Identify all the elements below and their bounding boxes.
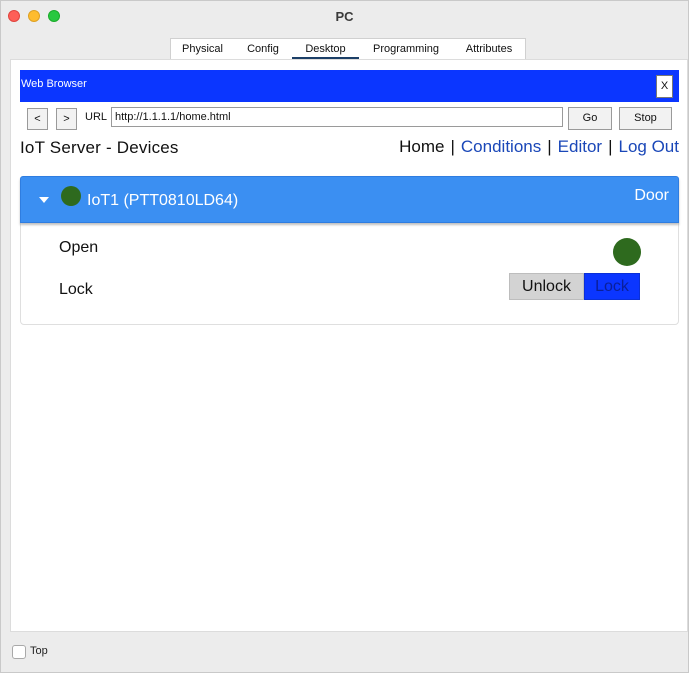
tab-config[interactable]: Config bbox=[234, 39, 292, 59]
top-checkbox-label: Top bbox=[30, 645, 48, 657]
lock-button[interactable]: Lock bbox=[584, 273, 640, 300]
lock-toggle: Unlock Lock bbox=[509, 273, 640, 300]
tab-desktop[interactable]: Desktop bbox=[292, 39, 359, 60]
open-label: Open bbox=[59, 239, 99, 256]
nav-separator: | bbox=[608, 137, 613, 156]
back-button[interactable]: < bbox=[27, 108, 48, 130]
tab-physical[interactable]: Physical bbox=[171, 39, 234, 59]
device-status-indicator bbox=[61, 186, 81, 206]
unlock-button[interactable]: Unlock bbox=[509, 273, 584, 300]
nav-separator: | bbox=[547, 137, 552, 156]
stop-button[interactable]: Stop bbox=[619, 107, 672, 130]
title-bar: PC bbox=[1, 1, 688, 33]
bottom-bar: Top bbox=[1, 639, 688, 667]
nav-conditions-link[interactable]: Conditions bbox=[461, 137, 541, 157]
url-input[interactable] bbox=[111, 107, 563, 127]
close-browser-button[interactable]: X bbox=[656, 75, 673, 98]
device-name: IoT1 (PTT0810LD64) bbox=[87, 192, 239, 209]
page-title: IoT Server - Devices bbox=[20, 138, 179, 157]
device-card: IoT1 (PTT0810LD64) Door Open Lock Unlock… bbox=[20, 176, 679, 325]
tab-attributes[interactable]: Attributes bbox=[453, 39, 525, 59]
browser-content: IoT Server - Devices Home | Conditions |… bbox=[20, 136, 679, 621]
device-header[interactable]: IoT1 (PTT0810LD64) Door bbox=[20, 176, 679, 223]
device-type: Door bbox=[634, 187, 669, 204]
pc-window: PC Physical Config Desktop Programming A… bbox=[0, 0, 689, 673]
url-label: URL bbox=[85, 111, 108, 123]
web-browser-title: Web Browser bbox=[21, 78, 87, 90]
open-state-indicator bbox=[613, 238, 641, 266]
tab-bar: Physical Config Desktop Programming Attr… bbox=[170, 38, 526, 60]
web-browser-header: Web Browser X bbox=[20, 70, 679, 102]
top-navigation: Home | Conditions | Editor | Log Out bbox=[399, 137, 679, 157]
top-checkbox[interactable] bbox=[12, 645, 26, 659]
window-title: PC bbox=[335, 9, 354, 24]
nav-separator: | bbox=[450, 137, 455, 156]
desktop-pane: Web Browser X < > URL Go Stop IoT Server… bbox=[10, 59, 688, 632]
tab-programming[interactable]: Programming bbox=[359, 39, 453, 59]
nav-home-link[interactable]: Home bbox=[399, 137, 444, 157]
go-button[interactable]: Go bbox=[568, 107, 612, 130]
nav-editor-link[interactable]: Editor bbox=[558, 137, 602, 157]
nav-logout-link[interactable]: Log Out bbox=[619, 137, 680, 157]
forward-button[interactable]: > bbox=[56, 108, 77, 130]
expand-caret-icon[interactable] bbox=[39, 197, 49, 203]
lock-label: Lock bbox=[59, 281, 93, 298]
